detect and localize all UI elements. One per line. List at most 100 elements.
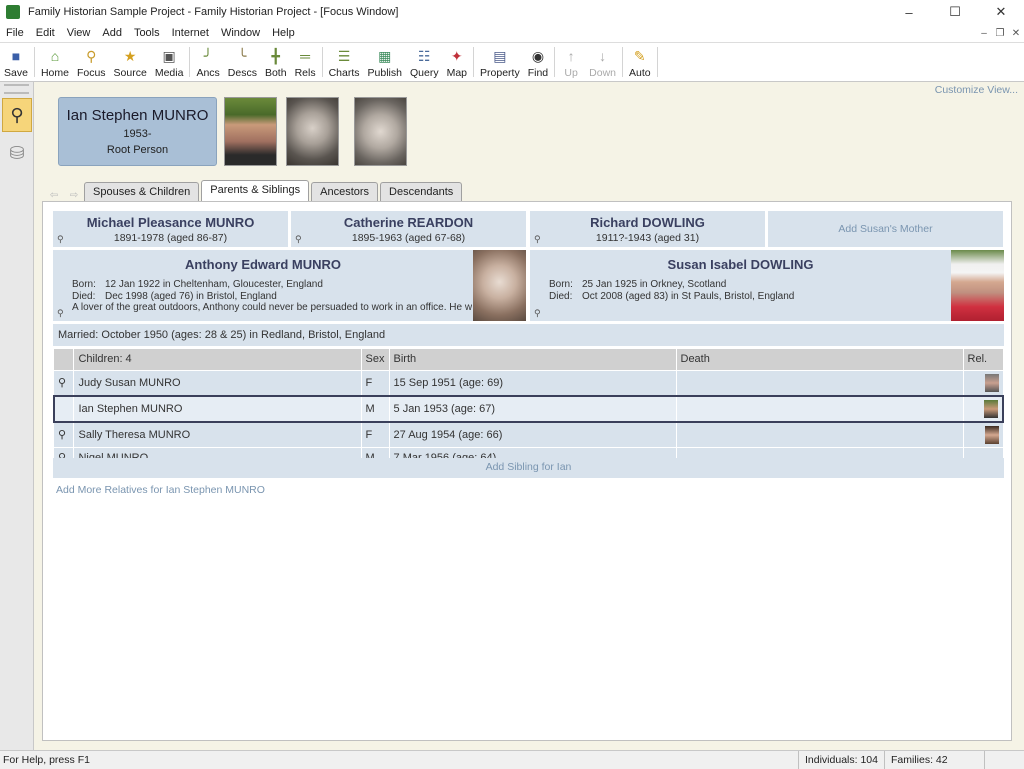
property-icon: ▤ [493, 47, 507, 64]
magnifier-icon[interactable]: ⚲ [57, 308, 64, 319]
save-button[interactable]: ■ Save [0, 43, 32, 81]
menu-edit[interactable]: Edit [30, 27, 61, 39]
child-sex: F [361, 421, 390, 447]
magnifier-icon[interactable]: ⚲ [54, 421, 75, 447]
query-button[interactable]: ☷ Query [406, 43, 443, 81]
grandparent-card[interactable]: Catherine REARDON 1895-1963 (aged 67-68)… [291, 211, 526, 247]
menu-help[interactable]: Help [266, 27, 301, 39]
tab-descendants[interactable]: Descendants [380, 182, 463, 201]
rail-grip[interactable] [4, 84, 29, 94]
charts-button[interactable]: ☰ Charts [325, 43, 364, 81]
grandparent-card[interactable]: Richard DOWLING 1911?-1943 (aged 31) ⚲ [530, 211, 765, 247]
toolbar: ■ Save ⌂ Home ⚲ Focus ★ Source ▣ Media ╯ Ancs … [0, 42, 1024, 82]
forward-arrow-icon[interactable]: ⇨ [64, 190, 84, 201]
magnifier-icon[interactable]: ⚲ [57, 234, 64, 245]
mother-card[interactable]: Susan Isabel DOWLING Born: 25 Jan 1925 in… [530, 250, 1004, 321]
map-icon: ✦ [450, 47, 463, 64]
tab-strip: ⇦ ⇨ Spouses & Children Parents & Sibling… [44, 180, 464, 201]
down-button[interactable]: ↓ Down [585, 43, 620, 81]
father-card[interactable]: Anthony Edward MUNRO Born: 12 Jan 1922 in… [53, 250, 526, 321]
left-rail: ⚲ ⛁ [0, 82, 34, 750]
minimize-button[interactable]: – [886, 0, 932, 24]
customize-view-link[interactable]: Customize View... [935, 84, 1018, 96]
column-header-sex[interactable]: Sex [361, 349, 390, 370]
records-view-button[interactable]: ⛁ [2, 136, 32, 170]
thumbnail-photo[interactable] [984, 373, 999, 392]
focus-button[interactable]: ⚲ Focus [73, 43, 110, 81]
column-header-birth[interactable]: Birth [389, 349, 677, 370]
menu-tools[interactable]: Tools [128, 27, 166, 39]
focus-person-card[interactable]: Ian Stephen MUNRO 1953- Root Person [58, 97, 217, 166]
add-mother-card[interactable]: Add Susan's Mother [768, 211, 1003, 247]
magnifier-icon[interactable]: ⚲ [534, 234, 541, 245]
thumbnail-photo[interactable] [984, 425, 999, 444]
focus-view-button[interactable]: ⚲ [2, 98, 32, 132]
media-icon: ▣ [162, 47, 176, 64]
father-photo[interactable] [473, 250, 526, 321]
descendants-button[interactable]: ╰ Descs [224, 43, 261, 81]
menu-file[interactable]: File [0, 27, 30, 39]
add-sibling-link[interactable]: Add Sibling for Ian [53, 458, 1004, 478]
tab-spouses-children[interactable]: Spouses & Children [84, 182, 200, 201]
tab-parents-siblings[interactable]: Parents & Siblings [201, 180, 310, 201]
tab-ancestors[interactable]: Ancestors [311, 182, 379, 201]
database-icon: ⛁ [9, 142, 25, 163]
close-button[interactable]: ✕ [978, 0, 1024, 24]
marriage-info[interactable]: Married: October 1950 (ages: 28 & 25) in… [53, 324, 1004, 346]
add-mother-link[interactable]: Add Susan's Mother [768, 223, 1003, 235]
source-button[interactable]: ★ Source [110, 43, 151, 81]
publish-button[interactable]: ▦ Publish [364, 43, 406, 81]
child-birth: 15 Sep 1951 (age: 69) [389, 369, 677, 396]
back-arrow-icon[interactable]: ⇦ [44, 190, 64, 201]
person-photo-3[interactable] [354, 97, 407, 166]
column-header-death[interactable]: Death [676, 349, 964, 370]
map-button[interactable]: ✦ Map [443, 43, 471, 81]
magnifier-icon[interactable]: ⚲ [534, 308, 541, 319]
title-bar: Family Historian Sample Project - Family… [0, 0, 1024, 24]
status-bar: For Help, press F1 Individuals: 104 Fami… [0, 750, 1024, 769]
grandparent-name: Catherine REARDON [343, 215, 474, 230]
mother-photo[interactable] [951, 250, 1004, 321]
mdi-minimize-button[interactable]: – [976, 28, 992, 39]
table-row[interactable]: Ian Stephen MUNRO M 5 Jan 1953 (age: 67) [53, 394, 1004, 423]
mother-died: Died: Oct 2008 (aged 83) in St Pauls, Bri… [549, 291, 795, 302]
menu-add[interactable]: Add [96, 27, 128, 39]
table-row[interactable]: ⚲ Judy Susan MUNRO F 15 Sep 1951 (age: 6… [54, 369, 1004, 396]
grandparent-card[interactable]: Michael Pleasance MUNRO 1891-1978 (aged … [53, 211, 288, 247]
mother-born: Born: 25 Jan 1925 in Orkney, Scotland [549, 279, 727, 290]
menu-view[interactable]: View [61, 27, 97, 39]
magnifier-icon: ⚲ [10, 104, 24, 125]
mdi-close-button[interactable]: ✕ [1008, 28, 1024, 39]
find-button[interactable]: ◉ Find [524, 43, 552, 81]
maximize-button[interactable]: ☐ [932, 0, 978, 24]
grandparent-dates: 1911?-1943 (aged 31) [595, 232, 700, 244]
father-name: Anthony Edward MUNRO [185, 257, 341, 272]
up-button[interactable]: ↑ Up [557, 43, 585, 81]
father-note: A lover of the great outdoors, Anthony c… [72, 302, 472, 313]
person-photo-2[interactable] [286, 97, 339, 166]
add-more-relatives-link[interactable]: Add More Relatives for Ian Stephen MUNRO [56, 484, 265, 496]
menu-window[interactable]: Window [215, 27, 266, 39]
grandparent-name: Michael Pleasance MUNRO [86, 215, 255, 230]
home-button[interactable]: ⌂ Home [37, 43, 73, 81]
magnifier-icon[interactable]: ⚲ [54, 369, 75, 396]
media-button[interactable]: ▣ Media [151, 43, 188, 81]
table-row[interactable]: ⚲ Sally Theresa MUNRO F 27 Aug 1954 (age… [54, 421, 1004, 447]
relatives-button[interactable]: ═ Rels [291, 43, 320, 81]
ancestors-button[interactable]: ╯ Ancs [192, 43, 223, 81]
child-rel [963, 421, 1004, 447]
both-icon: ╋ [271, 47, 280, 64]
property-button[interactable]: ▤ Property [476, 43, 524, 81]
both-button[interactable]: ╋ Both [261, 43, 291, 81]
auto-icon: ✎ [633, 47, 646, 64]
column-header-children[interactable]: Children: 4 [73, 349, 362, 370]
thumbnail-photo[interactable] [984, 399, 998, 418]
magnifier-icon[interactable]: ⚲ [295, 234, 302, 245]
menu-internet[interactable]: Internet [166, 27, 215, 39]
relatives-icon: ═ [300, 48, 311, 64]
column-header-rel[interactable]: Rel. [963, 349, 1004, 370]
focus-person-years: 1953- [123, 128, 152, 140]
mdi-restore-button[interactable]: ❐ [992, 28, 1008, 39]
person-photo-1[interactable] [224, 97, 277, 166]
auto-button[interactable]: ✎ Auto [625, 43, 655, 81]
